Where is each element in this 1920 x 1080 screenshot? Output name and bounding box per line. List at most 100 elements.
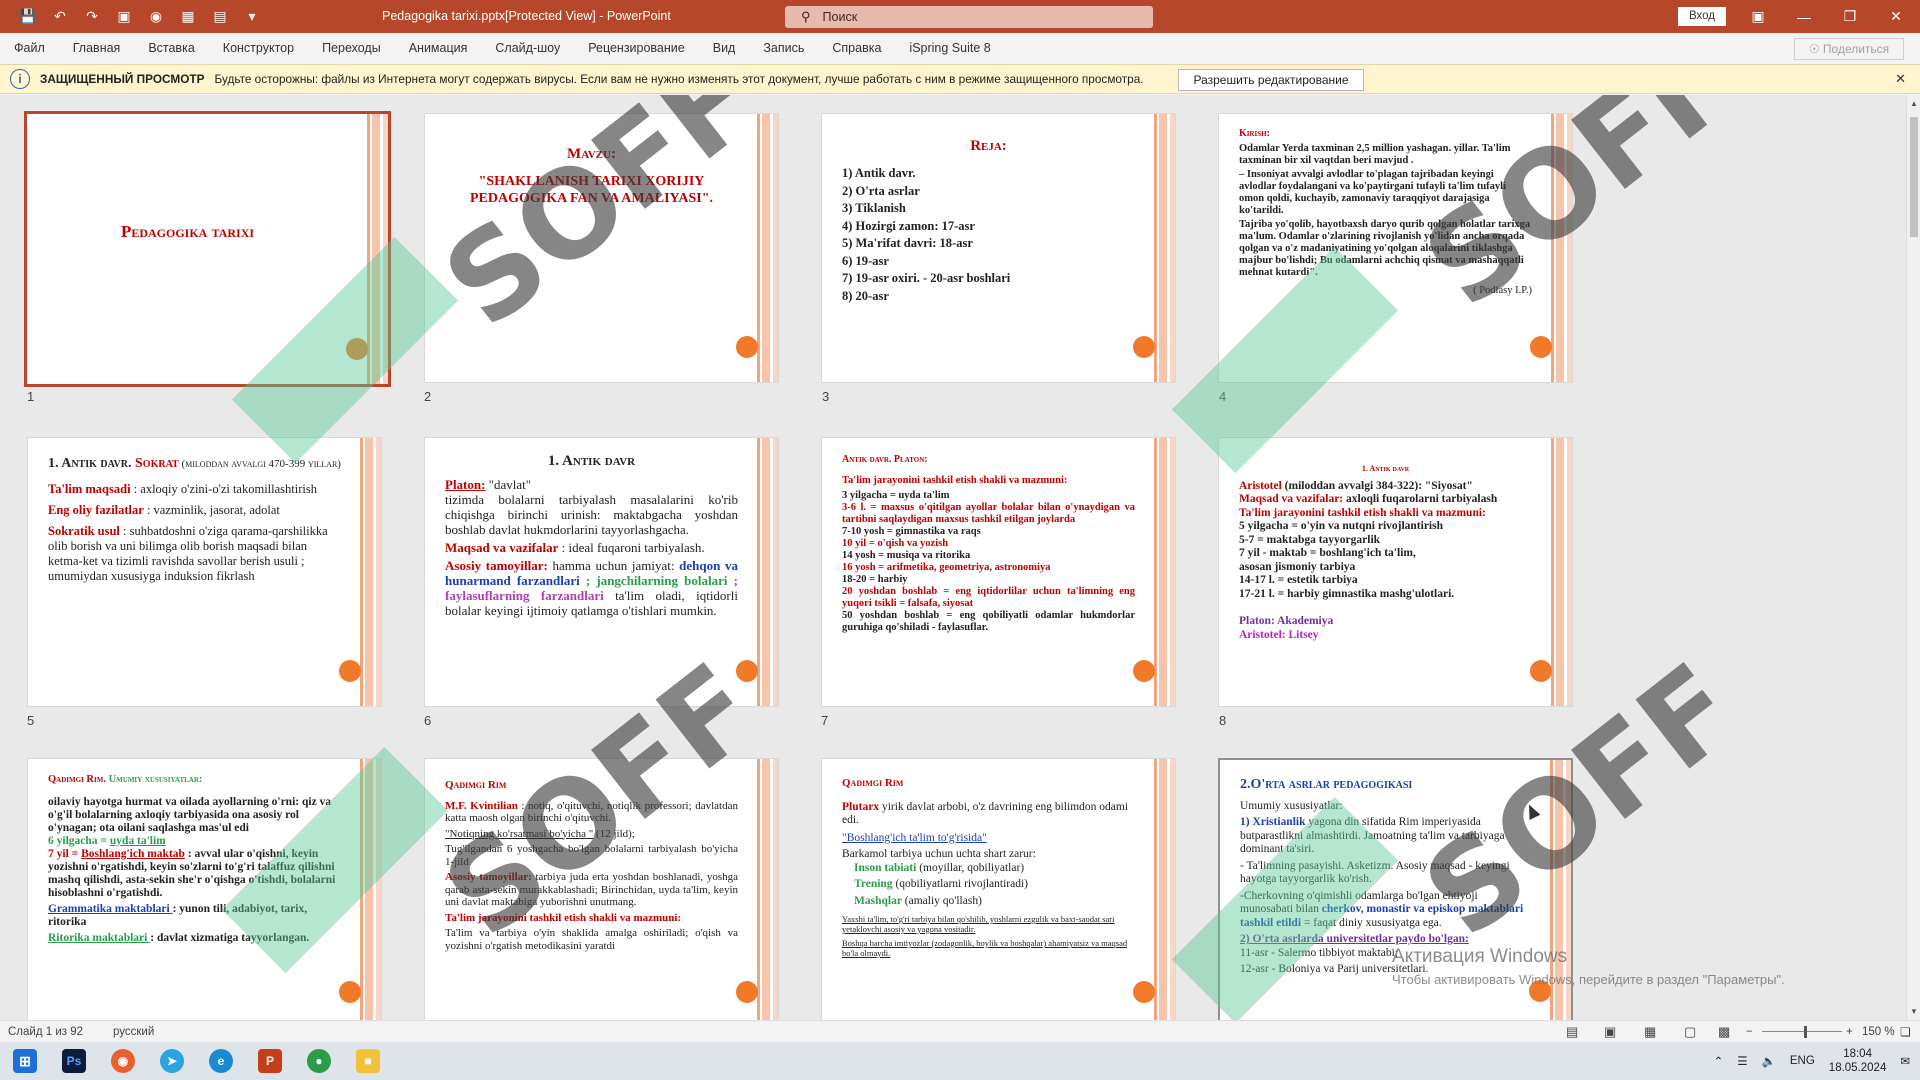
slide-thumbnail-10[interactable]: Qadimgi Rim M.F. Kvintilian : notiq, o'q… — [424, 758, 779, 1020]
tab-help[interactable]: Справка — [818, 33, 895, 64]
volume-icon[interactable]: 🔈 — [1762, 1054, 1776, 1068]
slide-thumbnail-9[interactable]: Qadimgi Rim. Umumiy xususiyatlar: oilavi… — [27, 758, 382, 1020]
slide-sorter-view-icon[interactable]: ▦ — [1644, 1024, 1656, 1040]
slideshow-start-icon[interactable]: ▣ — [110, 4, 138, 30]
list-item: 2) O'rta asrlar — [842, 183, 920, 198]
tab-record[interactable]: Запись — [749, 33, 818, 64]
minimize-icon[interactable]: — — [1782, 0, 1826, 33]
tab-review[interactable]: Рецензирование — [574, 33, 699, 64]
bullet-text: hamma uchun jamiyat: — [547, 558, 680, 573]
slide-heading: 1. Antik davr — [1361, 464, 1410, 473]
share-icon: ☉ — [1808, 42, 1823, 56]
normal-view-icon[interactable]: ▣ — [1604, 1024, 1616, 1040]
language-indicator[interactable]: русский — [113, 1026, 154, 1038]
powerpoint-icon[interactable]: P — [250, 1042, 290, 1080]
slide-thumbnail-2[interactable]: Mavzu: "SHAKLLANISH TARIXI XORIJIY PEDAG… — [424, 113, 779, 383]
list-item: 18-20 = harbiy — [842, 574, 908, 585]
zoom-level[interactable]: 150 % — [1862, 1026, 1895, 1038]
slide-thumbnail-5[interactable]: 1. Antik davr. Sokrat (miloddan avvalgi … — [27, 437, 382, 707]
slide-thumbnail-11[interactable]: Qadimgi Rim Plutarx yirik davlat arbobi,… — [821, 758, 1176, 1020]
slide-subtitle: Ta'lim jarayonini tashkil etish shakli v… — [842, 475, 1068, 486]
vertical-scrollbar[interactable]: ▲ ▼ — [1906, 95, 1920, 1020]
slide-decor — [1556, 114, 1564, 382]
slide-thumbnail-4[interactable]: Kirish: Odamlar Yerda taxminan 2,5 milli… — [1218, 113, 1573, 383]
table-icon[interactable]: ▦ — [174, 4, 202, 30]
fit-window-icon[interactable]: ❏ — [1900, 1025, 1911, 1039]
tab-animations[interactable]: Анимация — [395, 33, 482, 64]
slide-decor — [1170, 759, 1175, 1020]
file-explorer-icon[interactable]: ■ — [348, 1042, 388, 1080]
record-icon[interactable]: ◉ — [142, 4, 170, 30]
notifications-icon[interactable]: ✉ — [1900, 1054, 1910, 1068]
bullet-key: Ritorika maktablari — [48, 932, 151, 944]
scroll-thumb[interactable] — [1910, 117, 1918, 237]
tab-design[interactable]: Конструктор — [209, 33, 308, 64]
slide-decor — [757, 438, 760, 706]
chrome-icon[interactable]: ● — [299, 1042, 339, 1080]
list-item: 7 yil - maktab = boshlang'ich ta'lim, — [1239, 547, 1416, 559]
login-button[interactable]: Вход — [1678, 7, 1726, 26]
save-icon[interactable]: 💾 — [14, 4, 42, 30]
zoom-out-icon[interactable]: − — [1746, 1026, 1753, 1038]
close-icon[interactable]: ✕ — [1874, 0, 1918, 33]
zoom-in-icon[interactable]: + — [1846, 1026, 1853, 1038]
search-icon: ⚲ — [801, 9, 811, 24]
start-icon[interactable]: ⊞ — [5, 1042, 45, 1080]
undo-icon[interactable]: ↶ — [46, 4, 74, 30]
tab-view[interactable]: Вид — [699, 33, 750, 64]
slide-decor-dot — [1133, 336, 1155, 358]
search-box[interactable]: ⚲ Поиск — [785, 6, 1153, 28]
slide-decor — [376, 759, 381, 1020]
ribbon-display-icon[interactable]: ▣ — [1736, 0, 1780, 33]
customize-qat-icon[interactable]: ▾ — [238, 4, 266, 30]
slide-title: Pedagogika tarixi — [120, 222, 255, 241]
list-item: 10 yil = o'qish va yozish — [842, 538, 949, 549]
slide-thumbnail-8[interactable]: 1. Antik davr Aristotel (miloddan avvalg… — [1218, 437, 1573, 707]
tab-transitions[interactable]: Переходы — [308, 33, 395, 64]
slide-decor — [383, 114, 388, 384]
slideshow-view-icon[interactable]: ▩ — [1718, 1024, 1730, 1040]
restore-icon[interactable]: ❐ — [1828, 0, 1872, 33]
enable-editing-button[interactable]: Разрешить редактирование — [1178, 69, 1364, 91]
tab-home[interactable]: Главная — [59, 33, 135, 64]
slide-thumbnail-6[interactable]: 1. Antik davr Platon: "davlat" tizimda b… — [424, 437, 779, 707]
slide-thumbnail-1[interactable]: Pedagogika tarixi — [24, 111, 391, 387]
photoshop-icon[interactable]: Ps — [54, 1042, 94, 1080]
bullet-key: Platon: — [445, 477, 486, 492]
slide-decor-dot — [736, 981, 758, 1003]
wifi-icon[interactable]: ☰ — [1737, 1054, 1747, 1068]
bullet-key: Inson tabiati — [854, 861, 917, 874]
slide-decor — [773, 759, 778, 1020]
notes-icon[interactable]: ▤ — [1566, 1024, 1578, 1040]
slide-paragraph: – Insoniyat avvalgi avlodlar to'plagan t… — [1239, 169, 1507, 216]
input-language[interactable]: ENG — [1790, 1055, 1815, 1067]
bullet-key: Trening — [854, 878, 893, 890]
firefox-icon[interactable]: ◉ — [103, 1042, 143, 1080]
tab-file[interactable]: Файл — [0, 33, 59, 64]
tab-slideshow[interactable]: Слайд-шоу — [481, 33, 574, 64]
infobar-close-icon[interactable]: ✕ — [1895, 71, 1906, 87]
clock[interactable]: 18:04 18.05.2024 — [1829, 1047, 1887, 1075]
slide-title-sub: Umumiy xususiyatlar: — [108, 774, 203, 785]
slide-decor — [1551, 114, 1554, 382]
scroll-up-icon[interactable]: ▲ — [1910, 99, 1918, 108]
ribbon-tabs: Файл Главная Вставка Конструктор Переход… — [0, 33, 1920, 64]
redo-icon[interactable]: ↷ — [78, 4, 106, 30]
tray-expand-icon[interactable]: ⌃ — [1714, 1054, 1724, 1068]
slide-footnote: Platon: Akademiya — [1239, 615, 1334, 627]
telegram-icon[interactable]: ➤ — [152, 1042, 192, 1080]
share-button[interactable]: ☉ Поделиться — [1794, 38, 1904, 60]
zoom-slider[interactable] — [1762, 1031, 1842, 1032]
tab-insert[interactable]: Вставка — [134, 33, 208, 64]
list-item: 1) Antik davr. — [842, 166, 916, 180]
slide-thumbnail-7[interactable]: Antik davr. Platon: Ta'lim jarayonini ta… — [821, 437, 1176, 707]
edge-icon[interactable]: e — [201, 1042, 241, 1080]
slide-thumbnail-3[interactable]: Reja: 1) Antik davr. 2) O'rta asrlar 3) … — [821, 113, 1176, 383]
zoom-slider-thumb[interactable] — [1804, 1026, 1807, 1038]
layout-icon[interactable]: ▤ — [206, 4, 234, 30]
tab-ispring[interactable]: iSpring Suite 8 — [895, 33, 1004, 64]
reading-view-icon[interactable]: ▢ — [1684, 1024, 1696, 1040]
slide-paragraph: Tajriba yo'qolib, hayotbaxsh daryo qurib… — [1239, 219, 1531, 278]
slide-decor — [1159, 759, 1167, 1020]
scroll-down-icon[interactable]: ▼ — [1910, 1007, 1918, 1016]
